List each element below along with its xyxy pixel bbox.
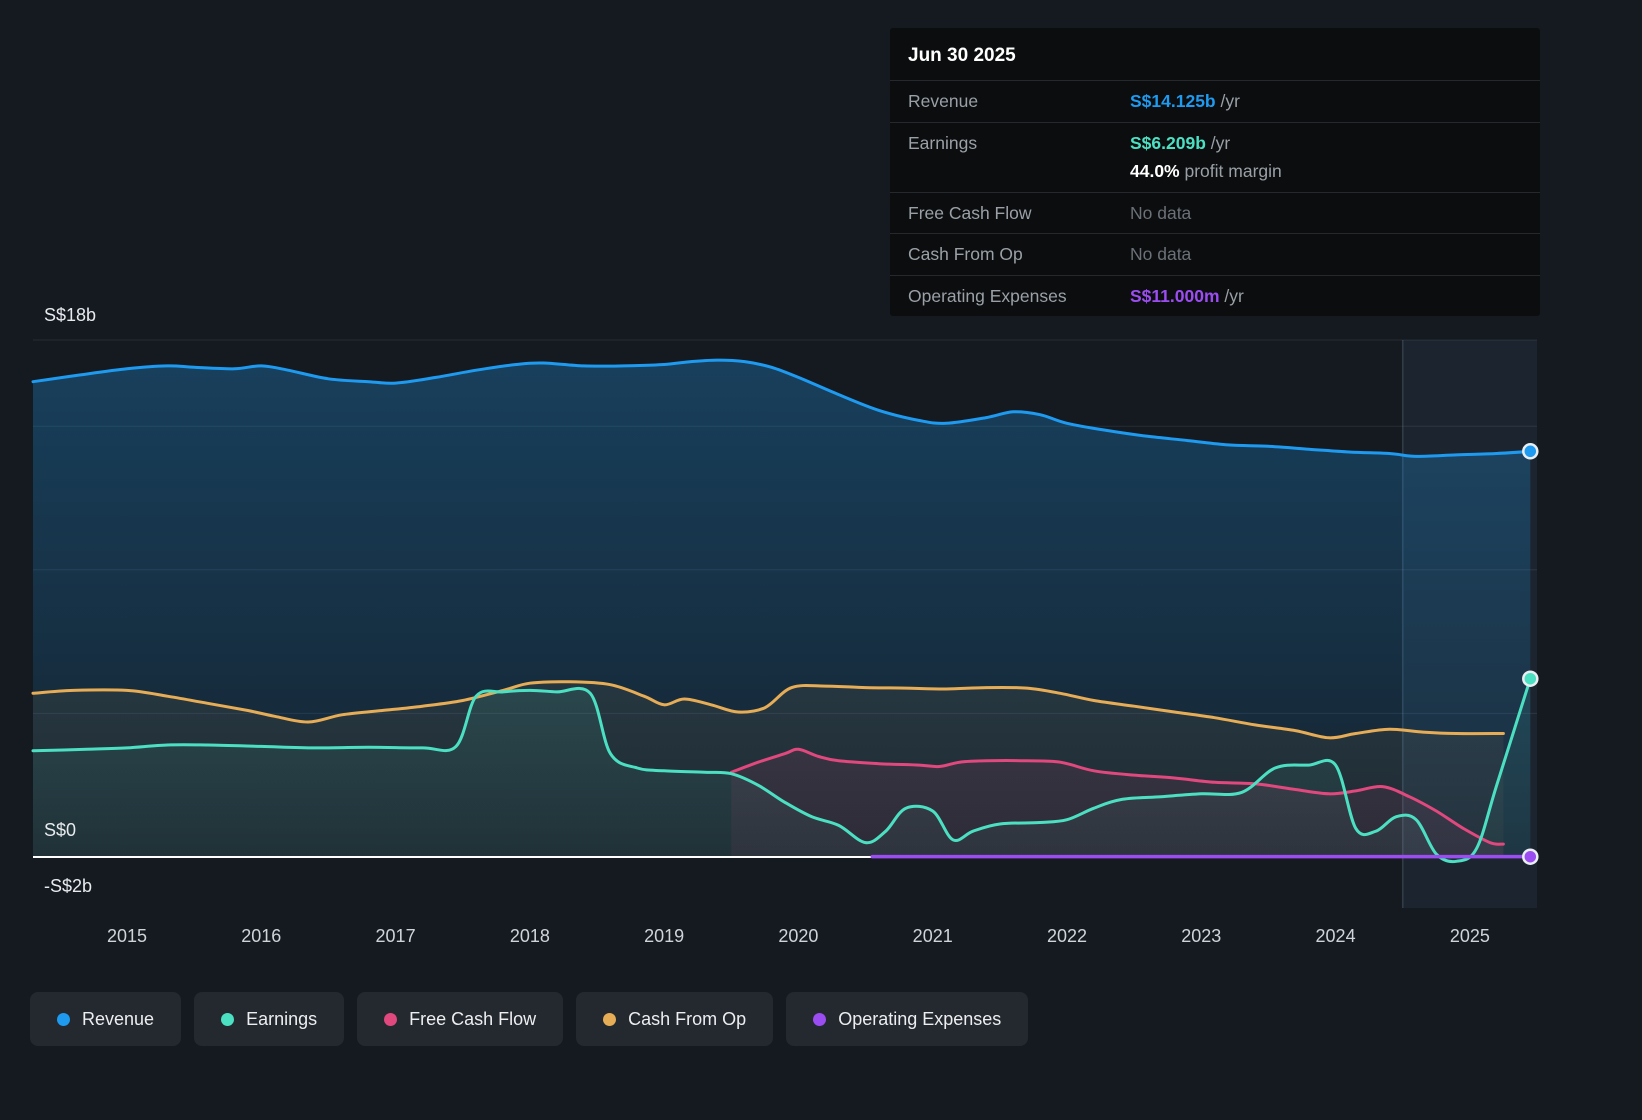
tooltip-date: Jun 30 2025 bbox=[908, 45, 1016, 66]
x-axis-label-2022: 2022 bbox=[1046, 926, 1088, 946]
tooltip-cashop-label: Cash From Op bbox=[908, 244, 1023, 264]
tooltip-opex-label: Operating Expenses bbox=[908, 285, 1067, 306]
legend: Revenue Earnings Free Cash Flow Cash From O… bbox=[30, 992, 1029, 1046]
legend-item-free_cash_flow[interactable]: Free Cash Flow bbox=[357, 992, 564, 1046]
operating_expenses-legend-dot-icon bbox=[813, 1012, 827, 1026]
x-axis-label-2020: 2020 bbox=[778, 926, 819, 946]
tooltip-opex-value: S$11.000m /yr bbox=[1130, 285, 1244, 306]
legend-item-cash_from_op[interactable]: Cash From Op bbox=[576, 992, 774, 1046]
revenue-legend-dot-icon bbox=[57, 1012, 70, 1026]
tooltip-row-free-cash-flow: Free Cash Flow No data bbox=[890, 191, 1540, 234]
x-axis-label-2017: 2017 bbox=[375, 926, 416, 946]
legend-label-revenue: Revenue bbox=[82, 1008, 155, 1029]
earnings-legend-dot-icon bbox=[221, 1012, 235, 1026]
profit-margin: 44.0% profit margin bbox=[1130, 161, 1282, 181]
tooltip-row-cash-from-op: Cash From Op No data bbox=[890, 233, 1540, 275]
y-axis-label-neg2b: -S$2b bbox=[44, 876, 93, 896]
financials-chart-panel: S$18b S$0 -S$2b 2015 2016 2017 2018 2019 2020… bbox=[0, 0, 1642, 1120]
legend-label-operating_expenses: Operating Expenses bbox=[838, 1008, 1002, 1029]
x-axis: 2015 2016 2017 2018 2019 2020 2021 2022 2023 2024… bbox=[0, 926, 1642, 952]
data-tooltip: Jun 30 2025 Revenue S$14.125b /yr Earnin… bbox=[890, 28, 1540, 316]
x-axis-label-2024: 2024 bbox=[1315, 926, 1356, 946]
legend-label-free_cash_flow: Free Cash Flow bbox=[409, 1008, 537, 1029]
tooltip-fcf-value: No data bbox=[1130, 202, 1192, 223]
x-axis-label-2019: 2019 bbox=[644, 926, 685, 946]
free_cash_flow-legend-dot-icon bbox=[384, 1012, 398, 1026]
tooltip-earnings-label: Earnings bbox=[908, 132, 978, 153]
legend-item-earnings[interactable]: Earnings bbox=[194, 992, 345, 1046]
x-axis-label-2018: 2018 bbox=[509, 926, 550, 946]
x-axis-label-2021: 2021 bbox=[912, 926, 953, 946]
tooltip-cashop-value: No data bbox=[1130, 244, 1192, 264]
tooltip-revenue-value: S$14.125b /yr bbox=[1130, 91, 1240, 111]
y-axis-label-18b: S$18b bbox=[44, 305, 97, 325]
tooltip-row-revenue: Revenue S$14.125b /yr bbox=[890, 80, 1540, 122]
tooltip-fcf-label: Free Cash Flow bbox=[908, 202, 1032, 223]
legend-label-earnings: Earnings bbox=[246, 1008, 318, 1029]
cash_from_op-legend-dot-icon bbox=[603, 1012, 617, 1026]
legend-item-operating_expenses[interactable]: Operating Expenses bbox=[786, 992, 1029, 1046]
x-axis-label-2016: 2016 bbox=[241, 926, 282, 946]
x-axis-label-2023: 2023 bbox=[1181, 926, 1222, 946]
x-axis-label-2015: 2015 bbox=[106, 926, 148, 946]
tooltip-earnings-value: S$6.209b /yr 44.0% profit margin bbox=[1130, 131, 1282, 184]
tooltip-row-earnings: Earnings S$6.209b /yr 44.0% profit margi… bbox=[890, 121, 1540, 192]
y-axis-label-0: S$0 bbox=[44, 820, 77, 840]
x-axis-label-2025: 2025 bbox=[1449, 926, 1490, 946]
tooltip-row-operating-expenses: Operating Expenses S$11.000m /yr bbox=[890, 274, 1540, 317]
tooltip-revenue-label: Revenue bbox=[908, 91, 979, 111]
legend-item-revenue[interactable]: Revenue bbox=[30, 992, 182, 1046]
legend-label-cash_from_op: Cash From Op bbox=[628, 1008, 747, 1029]
